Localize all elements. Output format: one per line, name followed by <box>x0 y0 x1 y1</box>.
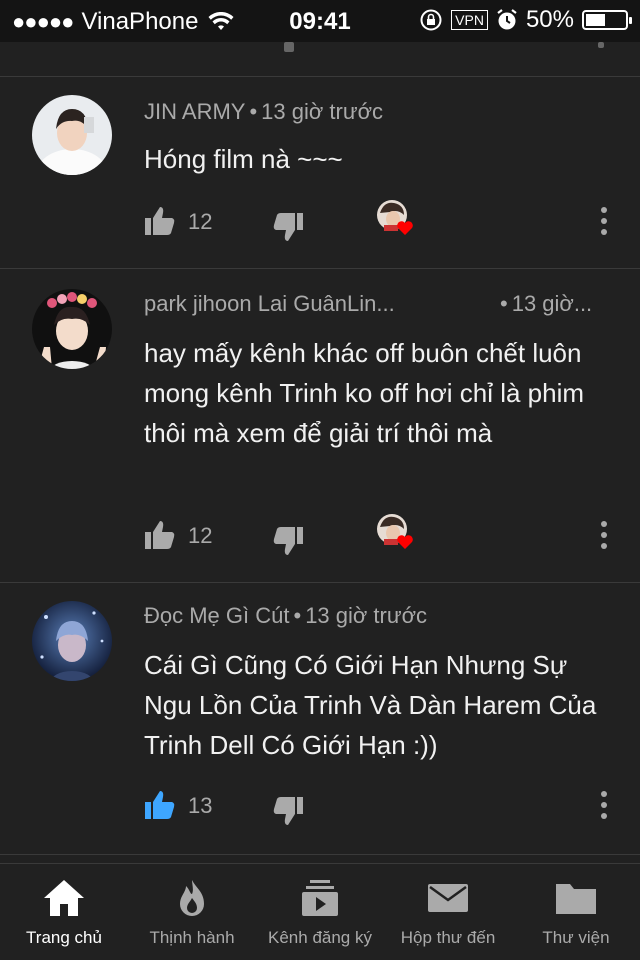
battery-level-fill <box>586 14 605 26</box>
comment-item: Đọc Mẹ Gì Cút • 13 giờ trước Cái Gì Cũng C… <box>0 582 640 855</box>
tab-label: Hộp thư đến <box>400 928 496 947</box>
comment-actions: 12 <box>144 514 624 559</box>
flame-icon <box>180 880 204 916</box>
rotation-lock-icon <box>420 9 442 31</box>
thumbs-up-icon[interactable] <box>144 205 176 237</box>
creator-heart-icon <box>377 200 413 235</box>
like-count: 13 <box>188 793 213 818</box>
vpn-badge: VPN <box>451 10 488 30</box>
comment-meta: park jihoon Lai GuânLin... <box>144 291 395 317</box>
comment-meta: Đọc Mẹ Gì Cút • 13 giờ trước <box>144 603 428 628</box>
comment-actions: 12 <box>144 200 624 245</box>
creator-heart-icon <box>377 514 413 549</box>
more-options-icon[interactable] <box>594 205 614 237</box>
previous-comment-remnant <box>0 42 640 76</box>
status-bar: ●●●●● VinaPhone 09:41 VPN 50% <box>0 0 640 42</box>
tab-home[interactable]: Trang chủ <box>0 864 128 960</box>
thumbs-down-icon[interactable] <box>272 795 304 827</box>
inbox-mail-icon <box>428 884 468 912</box>
comment-text: Cái Gì Cũng Có Giới Hạn Nhưng Sự Ngu Lồn… <box>144 650 597 760</box>
like-count: 12 <box>188 523 213 548</box>
battery-icon <box>582 10 632 30</box>
tab-label: Kênh đăng ký <box>268 928 372 947</box>
home-icon <box>44 880 84 916</box>
library-folder-icon <box>556 884 596 914</box>
more-options-icon[interactable] <box>594 519 614 551</box>
tab-trending[interactable]: Thịnh hành <box>128 864 256 960</box>
divider <box>0 854 640 855</box>
avatar[interactable] <box>32 601 112 681</box>
comment-time: 13 giờ... <box>511 291 593 316</box>
comment-author[interactable]: JIN ARMY <box>144 99 245 124</box>
thumbs-up-icon[interactable] <box>144 519 176 551</box>
alarm-icon <box>497 9 517 30</box>
avatar[interactable] <box>32 289 112 369</box>
cropped-more-icon <box>598 42 604 48</box>
avatar[interactable] <box>32 95 112 175</box>
comment-author[interactable]: park jihoon Lai GuânLin... <box>144 291 395 316</box>
comment-time-wrap: • 13 giờ... <box>500 291 593 316</box>
bottom-navigation: Trang chủ Thịnh hành Kênh đăng ký Hộp th… <box>0 863 640 960</box>
comment-text: hay mấy kênh khác off buôn chết luôn mon… <box>144 338 585 448</box>
comment-author[interactable]: Đọc Mẹ Gì Cút <box>144 603 289 628</box>
tab-label: Thư viện <box>542 928 610 947</box>
comment-meta: JIN ARMY • 13 giờ trước <box>144 99 384 124</box>
comment-text: Hóng film nà ~~~ <box>144 144 343 174</box>
like-count: 12 <box>188 209 213 234</box>
comment-item: JIN ARMY • 13 giờ trước Hóng film nà ~~~ 1… <box>0 76 640 269</box>
tab-label: Trang chủ <box>26 928 102 947</box>
tab-subscriptions[interactable]: Kênh đăng ký <box>256 864 384 960</box>
cropped-dislike-icon <box>284 42 294 52</box>
more-options-icon[interactable] <box>594 789 614 821</box>
comment-time: 13 giờ trước <box>261 99 384 124</box>
thumbs-down-icon[interactable] <box>272 525 304 557</box>
comment-time: 13 giờ trước <box>305 603 428 628</box>
thumbs-down-icon[interactable] <box>272 211 304 243</box>
tab-label: Thịnh hành <box>149 928 235 947</box>
battery-percent: 50% <box>525 6 574 33</box>
comment-item: park jihoon Lai GuânLin... • 13 giờ... ha… <box>0 268 640 583</box>
thumbs-up-icon[interactable] <box>144 789 176 821</box>
subscriptions-icon <box>302 880 338 916</box>
tab-inbox[interactable]: Hộp thư đến <box>384 864 512 960</box>
tab-library[interactable]: Thư viện <box>512 864 640 960</box>
comment-actions: 13 <box>144 789 624 829</box>
